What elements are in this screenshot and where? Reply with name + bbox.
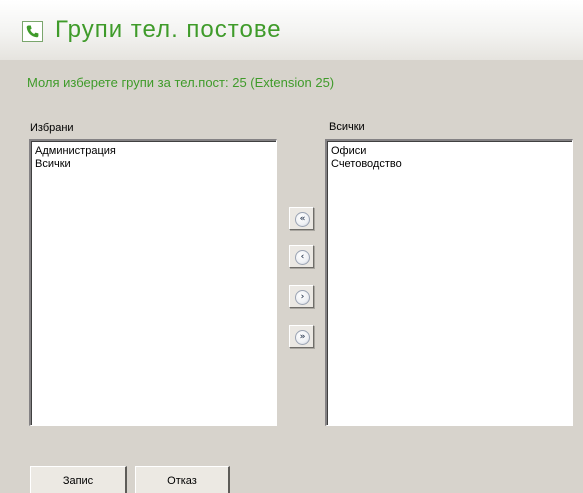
move-all-left-button[interactable]: « bbox=[289, 207, 314, 230]
selected-groups-label: Избрани bbox=[30, 122, 74, 134]
double-chevron-left-icon: « bbox=[295, 212, 310, 227]
selected-groups-list[interactable]: Администрация Всички bbox=[29, 139, 277, 426]
chevron-right-icon: › bbox=[295, 290, 310, 305]
double-chevron-right-icon: » bbox=[295, 330, 310, 345]
move-all-right-button[interactable]: » bbox=[289, 325, 314, 348]
chevron-left-icon: ‹ bbox=[295, 250, 310, 265]
list-item[interactable]: Администрация bbox=[31, 145, 276, 158]
save-button[interactable]: Запис bbox=[30, 466, 127, 493]
list-item[interactable]: Всички bbox=[31, 158, 276, 171]
list-item[interactable]: Счетоводство bbox=[327, 158, 572, 171]
all-groups-label: Всички bbox=[329, 121, 365, 133]
move-left-button[interactable]: ‹ bbox=[289, 245, 314, 268]
page-title: Групи тел. постове bbox=[55, 16, 282, 43]
phone-icon bbox=[22, 21, 43, 42]
move-right-button[interactable]: › bbox=[289, 285, 314, 308]
all-groups-list[interactable]: Офиси Счетоводство bbox=[325, 139, 573, 426]
list-item[interactable]: Офиси bbox=[327, 145, 572, 158]
cancel-button[interactable]: Отказ bbox=[135, 466, 230, 493]
instruction-text: Моля изберете групи за тел.пост: 25 (Ext… bbox=[27, 75, 335, 90]
page-header: Групи тел. постове bbox=[0, 0, 583, 60]
